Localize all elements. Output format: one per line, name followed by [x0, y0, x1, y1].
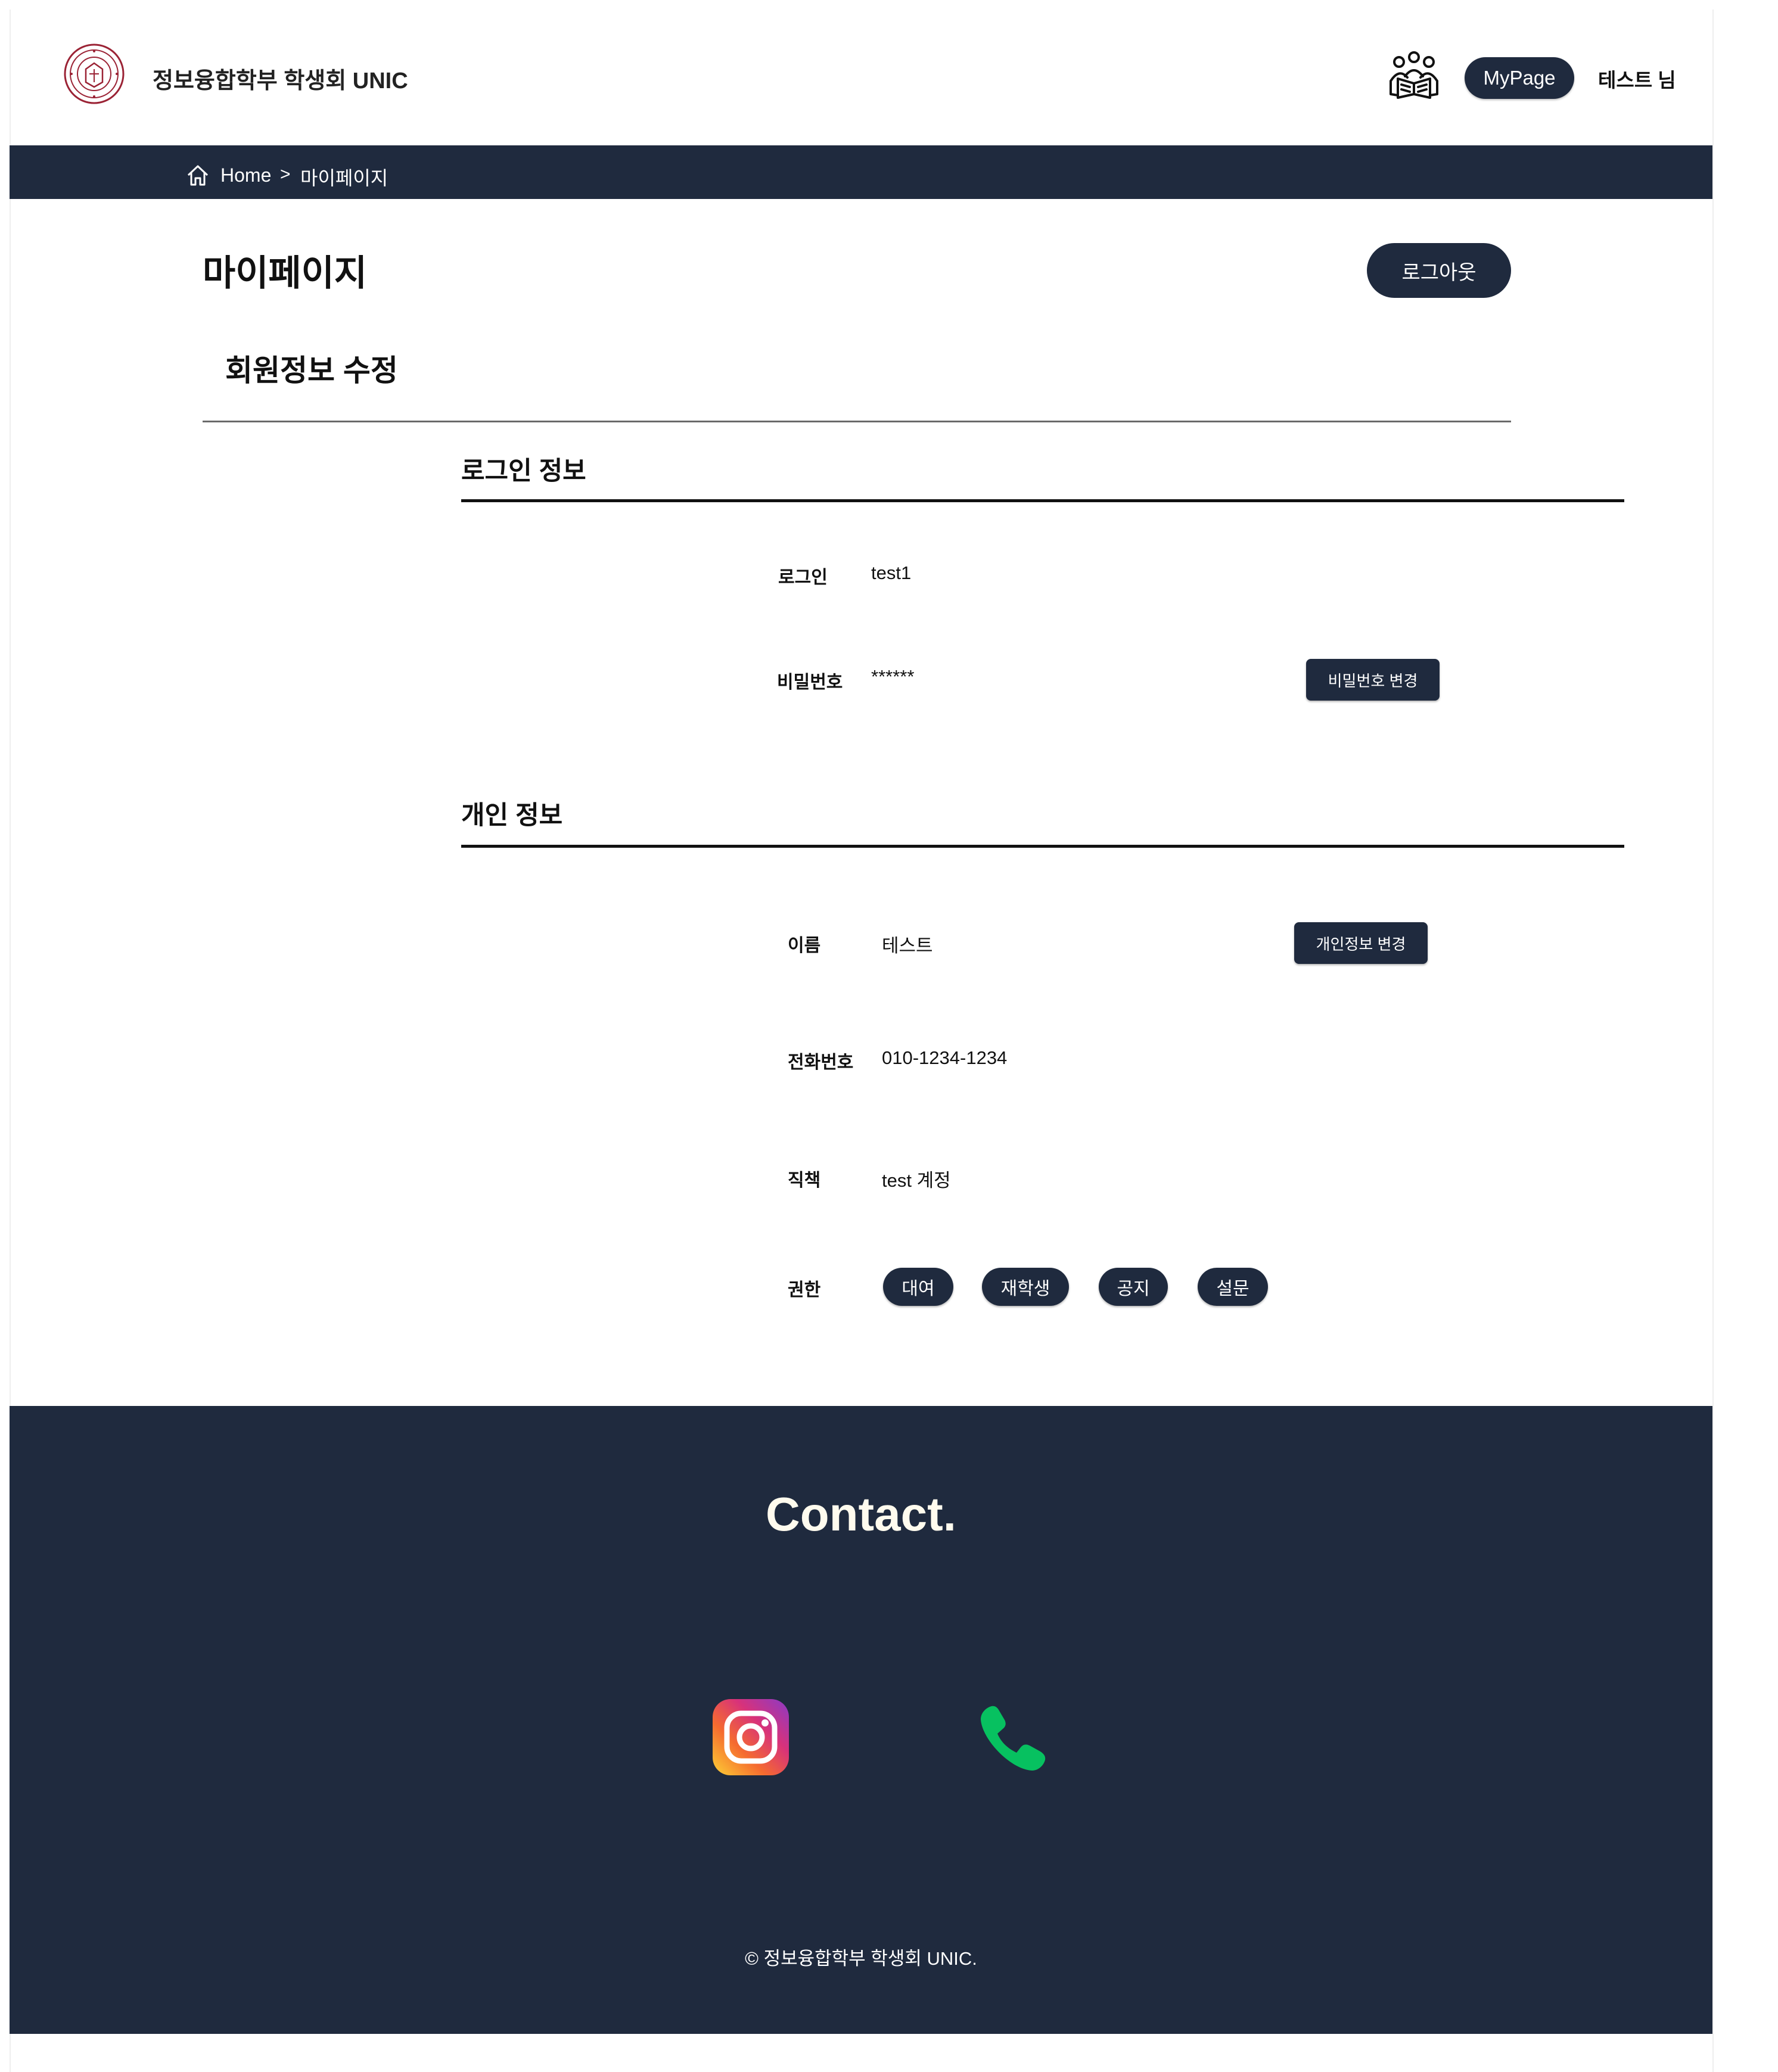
name-label: 이름 — [788, 936, 821, 956]
mypage-button[interactable]: MyPage — [1465, 57, 1574, 99]
section-divider — [203, 421, 1511, 422]
breadcrumb-current: 마이페이지 — [300, 167, 388, 189]
permission-badge: 공지 — [1099, 1268, 1168, 1306]
phone-label: 전화번호 — [788, 1053, 854, 1072]
university-logo[interactable] — [63, 43, 125, 105]
login-info-title: 로그인 정보 — [461, 457, 586, 486]
permission-badge: 재학생 — [982, 1268, 1069, 1306]
login-info-divider — [461, 499, 1624, 502]
breadcrumb-home[interactable]: Home — [220, 164, 271, 186]
personal-info-title: 개인 정보 — [461, 801, 563, 830]
section-title: 회원정보 수정 — [225, 354, 398, 387]
position-value: test 계정 — [882, 1170, 951, 1191]
people-reading-icon[interactable] — [1387, 50, 1441, 100]
position-label: 직책 — [788, 1171, 821, 1190]
phone-icon[interactable] — [977, 1704, 1047, 1774]
permission-badge: 대여 — [883, 1268, 953, 1306]
logout-button[interactable]: 로그아웃 — [1367, 243, 1511, 298]
home-icon[interactable] — [186, 163, 210, 187]
change-password-button[interactable]: 비밀번호 변경 — [1306, 659, 1440, 701]
breadcrumb-separator: > — [280, 164, 291, 184]
site-title[interactable]: 정보융합학부 학생회 UNIC — [153, 62, 408, 95]
login-label: 로그인 — [778, 568, 828, 587]
password-label: 비밀번호 — [777, 673, 843, 692]
copyright: © 정보융합학부 학생회 UNIC. — [745, 1948, 977, 1969]
phone-value: 010-1234-1234 — [882, 1047, 1008, 1068]
permission-label: 권한 — [788, 1280, 821, 1300]
permission-badge: 설문 — [1198, 1268, 1268, 1306]
instagram-icon[interactable] — [713, 1699, 789, 1775]
user-name: 테스트 님 — [1598, 69, 1676, 91]
login-value: test1 — [871, 562, 912, 583]
change-personal-info-button[interactable]: 개인정보 변경 — [1294, 922, 1428, 964]
page-title: 마이페이지 — [203, 253, 367, 293]
name-value: 테스트 — [882, 935, 933, 956]
contact-title: Contact. — [766, 1488, 956, 1541]
password-value: ****** — [871, 666, 915, 687]
personal-info-divider — [461, 845, 1624, 848]
